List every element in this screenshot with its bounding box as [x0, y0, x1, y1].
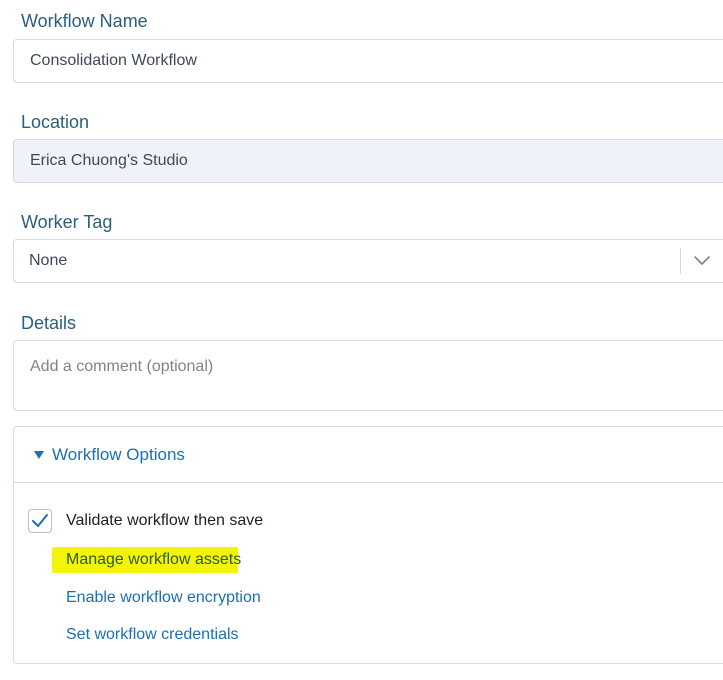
details-textarea[interactable]: Add a comment (optional): [13, 340, 723, 411]
workflow-name-input[interactable]: Consolidation Workflow: [13, 39, 723, 83]
worker-tag-select[interactable]: None: [13, 239, 723, 283]
worker-tag-label: Worker Tag: [21, 212, 113, 232]
details-label: Details: [21, 313, 77, 333]
manage-workflow-assets-link[interactable]: Manage workflow assets: [66, 550, 241, 570]
worker-tag-selected-value: None: [29, 252, 68, 269]
workflow-options-panel: Workflow Options Validate workflow then …: [13, 426, 723, 664]
set-workflow-credentials-link[interactable]: Set workflow credentials: [66, 625, 239, 645]
workflow-name-label: Workflow Name: [21, 11, 148, 31]
enable-workflow-encryption-link[interactable]: Enable workflow encryption: [66, 588, 261, 608]
caret-down-icon: [34, 451, 44, 459]
publish-workflow-form: Workflow Name Consolidation Workflow Loc…: [0, 0, 723, 680]
checkmark-icon: [32, 514, 48, 527]
validate-workflow-checkbox[interactable]: [28, 509, 52, 533]
validate-workflow-label[interactable]: Validate workflow then save: [66, 511, 263, 531]
location-label: Location: [21, 112, 90, 132]
location-field: Erica Chuong's Studio: [13, 139, 723, 183]
select-divider: [680, 248, 681, 274]
workflow-options-title: Workflow Options: [52, 445, 185, 464]
workflow-options-toggle[interactable]: Workflow Options: [14, 427, 723, 483]
chevron-down-icon[interactable]: [692, 253, 712, 269]
